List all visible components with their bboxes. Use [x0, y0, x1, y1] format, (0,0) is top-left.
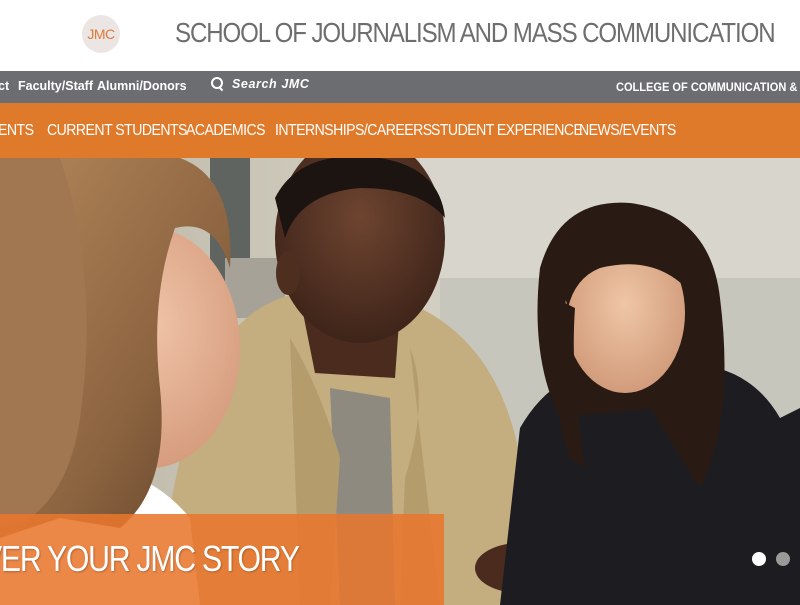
jmc-logo[interactable]: JMC — [82, 15, 120, 53]
search-input[interactable] — [232, 77, 382, 91]
banner-headline: VER YOUR JMC STORY — [0, 538, 300, 579]
utility-link-prospect[interactable]: ct — [0, 79, 9, 93]
nav-item-news-events[interactable]: NEWS/EVENTS — [579, 122, 676, 140]
utility-link-alumni-donors[interactable]: Alumni/Donors — [97, 79, 187, 93]
nav-item-internships-careers[interactable]: INTERNSHIPS/CAREERS — [275, 122, 432, 140]
slide-dot-1[interactable] — [752, 552, 766, 566]
nav-item-student-experience[interactable]: STUDENT EXPERIENCE — [431, 122, 583, 140]
utility-bar: ct Faculty/Staff Alumni/Donors COLLEGE O… — [0, 71, 800, 103]
college-link[interactable]: COLLEGE OF COMMUNICATION & INF — [616, 80, 800, 94]
search-box — [211, 77, 382, 92]
search-icon[interactable] — [211, 77, 225, 92]
utility-link-faculty-staff[interactable]: Faculty/Staff — [18, 79, 93, 93]
main-nav: ENTS CURRENT STUDENTS ACADEMICS INTERNSH… — [0, 103, 800, 158]
nav-item-academics[interactable]: ACADEMICS — [186, 122, 265, 140]
site-header: JMC SCHOOL OF JOURNALISM AND MASS COMMUN… — [0, 0, 800, 71]
hero-slideshow: VER YOUR JMC STORY — [0, 158, 800, 605]
slide-dot-2[interactable] — [776, 552, 790, 566]
slide-indicators — [752, 552, 790, 566]
story-banner[interactable]: VER YOUR JMC STORY — [0, 514, 444, 605]
nav-item-prospective-students[interactable]: ENTS — [0, 122, 34, 140]
site-title[interactable]: SCHOOL OF JOURNALISM AND MASS COMMUNICAT… — [175, 17, 776, 49]
nav-item-current-students[interactable]: CURRENT STUDENTS — [47, 122, 187, 140]
logo-text: JMC — [87, 26, 115, 42]
